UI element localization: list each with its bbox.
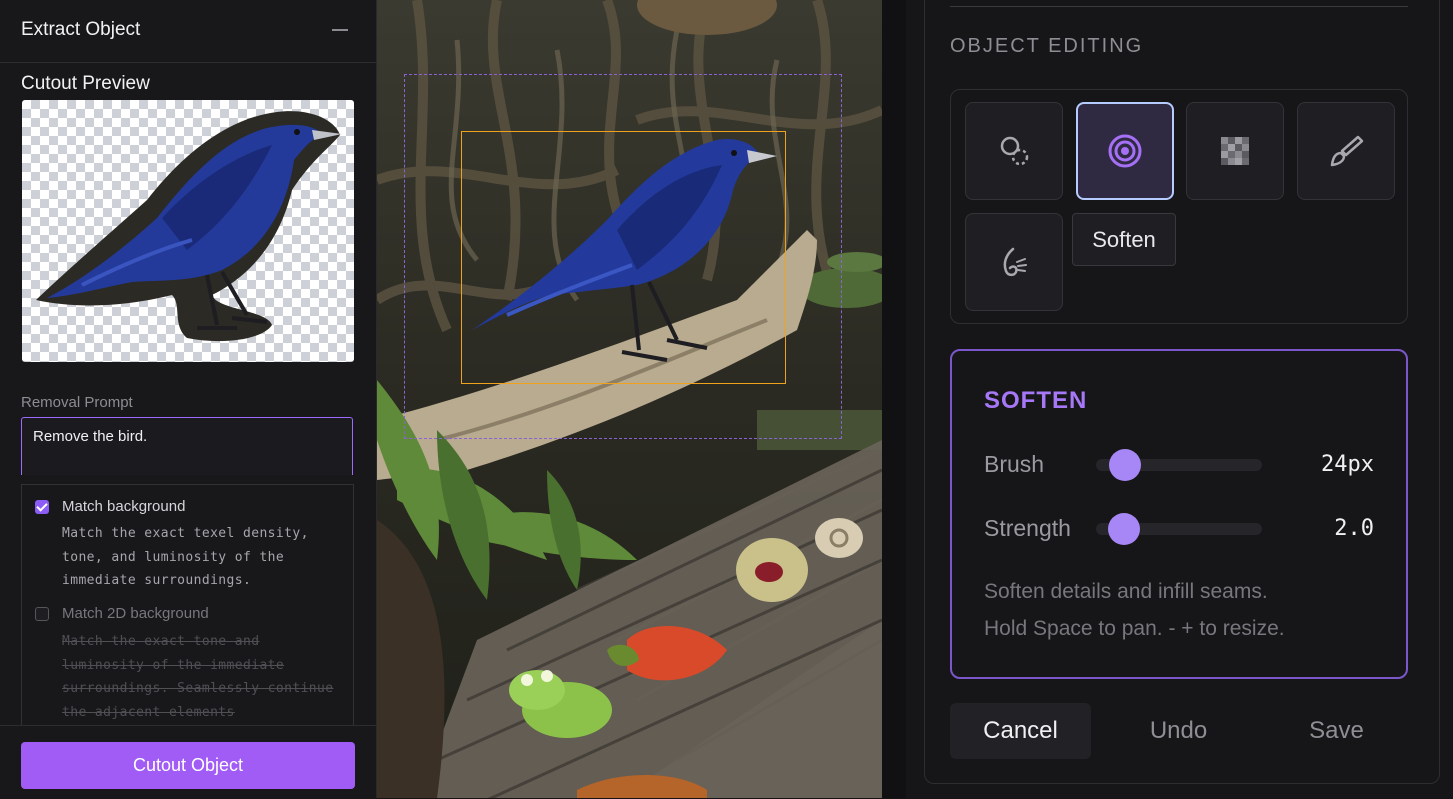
section-title: OBJECT EDITING [950,35,1144,57]
brush-value: 24px [1321,452,1374,477]
tool-tooltip: Soften [1072,213,1176,266]
extract-object-panel: Extract Object Cutout Preview Removal Pr… [0,0,377,799]
soften-tool-button[interactable] [1076,102,1174,200]
background-options: Match background Match the exact texel d… [21,484,354,726]
strength-slider-handle[interactable] [1108,513,1140,545]
image-canvas[interactable] [377,0,882,798]
shortcut-hint-text: Hold Space to pan. - + to resize. [984,617,1285,640]
soften-settings: SOFTEN Brush 24px Strength 2.0 Soften de… [950,349,1408,679]
undo-button[interactable]: Undo [1108,703,1249,759]
spot-heal-icon [1000,136,1029,166]
removal-prompt-value: Remove the bird. [33,428,148,445]
smudge-icon [1003,247,1027,277]
panel-header: Extract Object [0,0,376,63]
cutout-preview-label: Cutout Preview [21,73,150,94]
match-background-label[interactable]: Match background [62,498,185,515]
brush-slider-handle[interactable] [1109,449,1141,481]
paint-brush-icon [1330,135,1364,167]
strength-slider[interactable] [1096,513,1262,545]
cutout-preview [22,100,354,362]
bird-cutout-image [36,111,342,342]
pixelate-icon [1221,137,1249,165]
panel-gutter [882,0,906,798]
paint-brush-tool-button[interactable] [1297,102,1395,200]
collapse-icon[interactable] [332,29,348,31]
save-button[interactable]: Save [1266,703,1407,759]
divider [950,6,1408,7]
hint-text: Soften details and infill seams. [984,580,1268,603]
strength-value: 2.0 [1334,516,1374,541]
cancel-button[interactable]: Cancel [950,703,1091,759]
settings-title: SOFTEN [984,387,1088,414]
removal-prompt-input[interactable]: Remove the bird. [21,417,353,475]
brush-slider[interactable] [1096,449,1262,481]
soften-target-icon [1108,134,1142,168]
removal-prompt-label: Removal Prompt [21,394,133,411]
object-bounding-box[interactable] [461,131,786,384]
pixelate-tool-button[interactable] [1186,102,1284,200]
panel-title: Extract Object [21,19,141,40]
panel-footer: Cutout Object [0,725,376,799]
cutout-object-button[interactable]: Cutout Object [21,742,355,789]
match-2d-background-checkbox[interactable] [35,607,49,621]
match-2d-background-label[interactable]: Match 2D background [62,605,209,622]
match-background-checkbox[interactable] [35,500,49,514]
match-2d-background-description: Match the exact tone and luminosity of t… [62,634,334,720]
brush-label: Brush [984,451,1045,477]
strength-label: Strength [984,515,1071,541]
smudge-tool-button[interactable] [965,213,1063,311]
object-editing-panel: OBJECT EDITING Soften SOFTEN Brush 24px … [906,0,1453,798]
tool-grid: Soften [950,89,1408,324]
match-background-description: Match the exact texel density, tone, and… [62,526,309,588]
spot-heal-tool-button[interactable] [965,102,1063,200]
